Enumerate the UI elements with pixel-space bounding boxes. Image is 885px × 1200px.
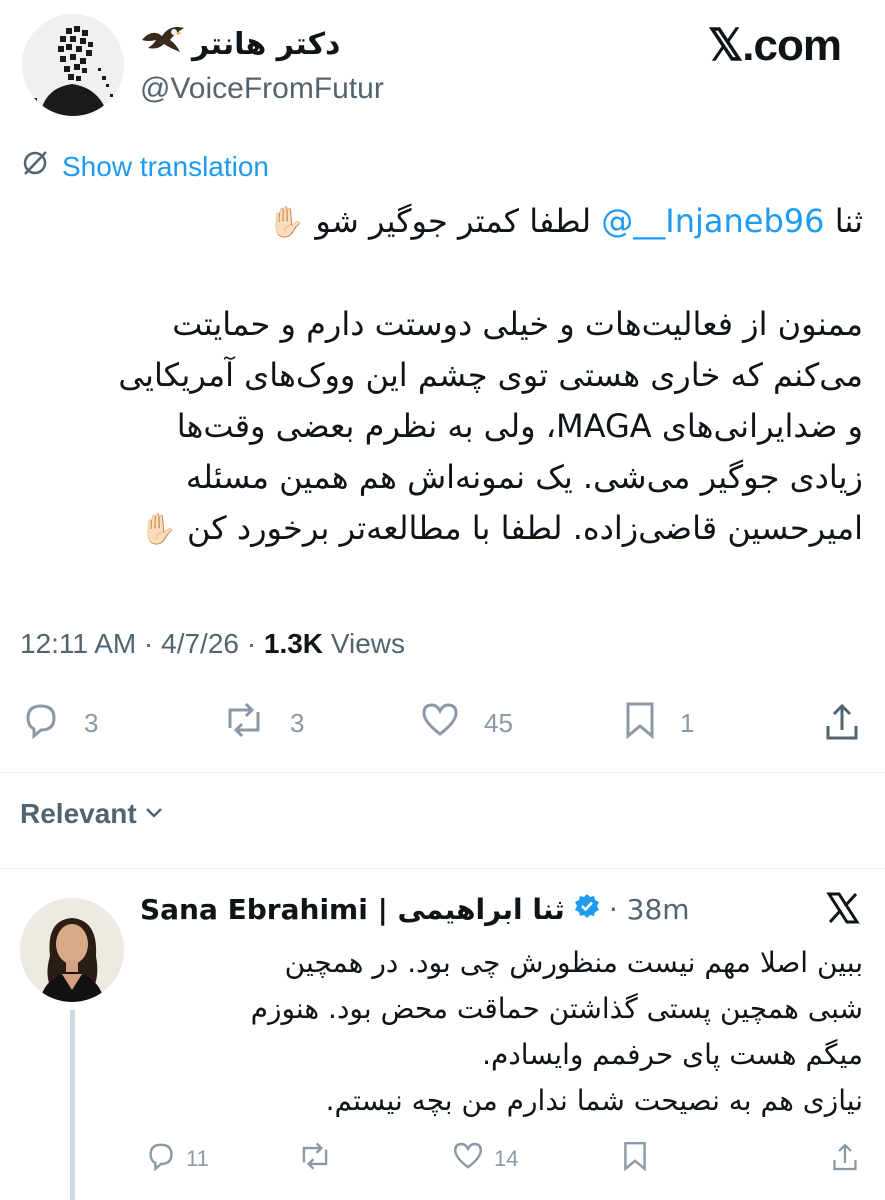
reply-line: میگم هست پای حرفمم وایسادم. xyxy=(482,1038,863,1071)
reply-line: شبی همچین پستی گذاشتن حماقت محض بود. هنو… xyxy=(250,992,863,1025)
reply-actions: 11 14 xyxy=(140,1140,865,1180)
views-count: 1.3K xyxy=(263,628,324,659)
divider xyxy=(0,772,885,773)
tweet-last-line-text: امیرحسین قاضی‌زاده. لطفا با مطالعه‌تر بر… xyxy=(176,509,863,547)
reply-bookmark-button[interactable] xyxy=(620,1140,650,1178)
reply-text: ببین اصلا مهم نیست منظورش چی بود. در همچ… xyxy=(143,940,863,1124)
reply-reply-count: 11 xyxy=(186,1146,209,1171)
author-avatar[interactable] xyxy=(22,14,124,116)
like-button[interactable]: 45 xyxy=(418,700,513,747)
show-translation-link[interactable]: Show translation xyxy=(20,148,269,185)
like-icon xyxy=(450,1140,486,1178)
reply-author-name[interactable]: Sana Ebrahimi | ثنا ابراهیمی xyxy=(140,893,565,926)
author-name-text: دکتر هانتر xyxy=(192,26,341,62)
sort-label: Relevant xyxy=(20,798,137,829)
author-display-name[interactable]: دکتر هانتر xyxy=(140,22,340,66)
bookmark-count: 1 xyxy=(680,708,695,738)
tweet-line: ثنا @__Injaneb96 لطفا کمتر جوگیر شو ✋🏻 xyxy=(13,196,863,248)
raised-hand-emoji: ✋🏻 xyxy=(267,205,306,240)
bookmark-icon xyxy=(620,1140,650,1178)
sort-dropdown[interactable]: Relevant xyxy=(20,798,165,830)
share-icon xyxy=(830,1140,860,1180)
raised-hand-emoji: ✋🏻 xyxy=(139,512,177,547)
chevron-down-icon xyxy=(143,798,165,830)
views-label: Views xyxy=(330,628,405,659)
reply-avatar[interactable] xyxy=(20,898,124,1002)
repost-icon xyxy=(296,1140,334,1178)
reply-line: نیازی هم به نصیحت شما ندارم من بچه نیستم… xyxy=(325,1084,863,1117)
site-logo: 𝕏.com xyxy=(707,21,842,70)
share-button[interactable] xyxy=(822,700,862,751)
author-handle[interactable]: @VoiceFromFutur xyxy=(140,72,384,106)
translate-label: Show translation xyxy=(62,150,270,182)
tweet-date[interactable]: 4/7/26 xyxy=(161,628,239,659)
repost-count: 3 xyxy=(290,708,305,738)
tweet-line-suffix: لطفا کمتر جوگیر شو xyxy=(305,202,602,240)
reply-icon xyxy=(20,700,62,747)
tweet-line: و ضدایرانی‌های MAGA، ولی به نظرم بعضی وق… xyxy=(176,407,863,445)
thread-line xyxy=(70,1010,75,1200)
reply-button[interactable]: 3 xyxy=(20,700,98,747)
reply-line: ببین اصلا مهم نیست منظورش چی بود. در همچ… xyxy=(284,946,863,979)
tweet-actions: 3 3 45 1 xyxy=(20,700,865,750)
like-count: 45 xyxy=(484,708,513,738)
share-icon xyxy=(822,700,862,751)
like-icon xyxy=(418,700,462,747)
verified-badge-icon xyxy=(573,892,601,927)
reply-time[interactable]: · 38m xyxy=(609,893,690,926)
tweet-line: امیرحسین قاضی‌زاده. لطفا با مطالعه‌تر بر… xyxy=(13,503,863,555)
tweet-text: ثنا @__Injaneb96 لطفا کمتر جوگیر شو ✋🏻 م… xyxy=(13,196,863,555)
tweet-line: ممنون از فعالیت‌هات و خیلی دوستت دارم و … xyxy=(172,305,863,343)
tweet-line: می‌کنم که خاری هستی توی چشم این ووک‌های … xyxy=(118,356,863,394)
tweet-time[interactable]: 12:11 AM xyxy=(20,628,136,659)
eagle-emoji-icon xyxy=(140,22,186,66)
reply-icon xyxy=(144,1140,178,1178)
translate-icon xyxy=(20,148,50,185)
divider xyxy=(0,868,885,869)
repost-button[interactable]: 3 xyxy=(220,700,304,747)
x-logo-icon xyxy=(825,890,861,930)
bookmark-button[interactable]: 1 xyxy=(622,700,694,747)
bookmark-icon xyxy=(622,700,658,747)
reply-like-button[interactable]: 14 xyxy=(450,1140,518,1178)
tweet-line-prefix: ثنا xyxy=(824,202,863,240)
reply-reply-button[interactable]: 11 xyxy=(144,1140,209,1178)
reply-header: Sana Ebrahimi | ثنا ابراهیمی · 38m xyxy=(140,892,690,927)
repost-icon xyxy=(220,700,268,747)
reply-repost-button[interactable] xyxy=(296,1140,334,1178)
reply-like-count: 14 xyxy=(494,1146,519,1171)
mention-link[interactable]: @__Injaneb96 xyxy=(601,202,824,240)
reply-count: 3 xyxy=(84,708,99,738)
tweet-line: زیادی جوگیر می‌شی. یک نمونه‌اش هم همین م… xyxy=(185,458,863,496)
reply-time-text: 38m xyxy=(626,893,690,926)
reply-share-button[interactable] xyxy=(830,1140,860,1180)
tweet-meta: 12:11 AM · 4/7/26 · 1.3K Views xyxy=(20,628,405,659)
